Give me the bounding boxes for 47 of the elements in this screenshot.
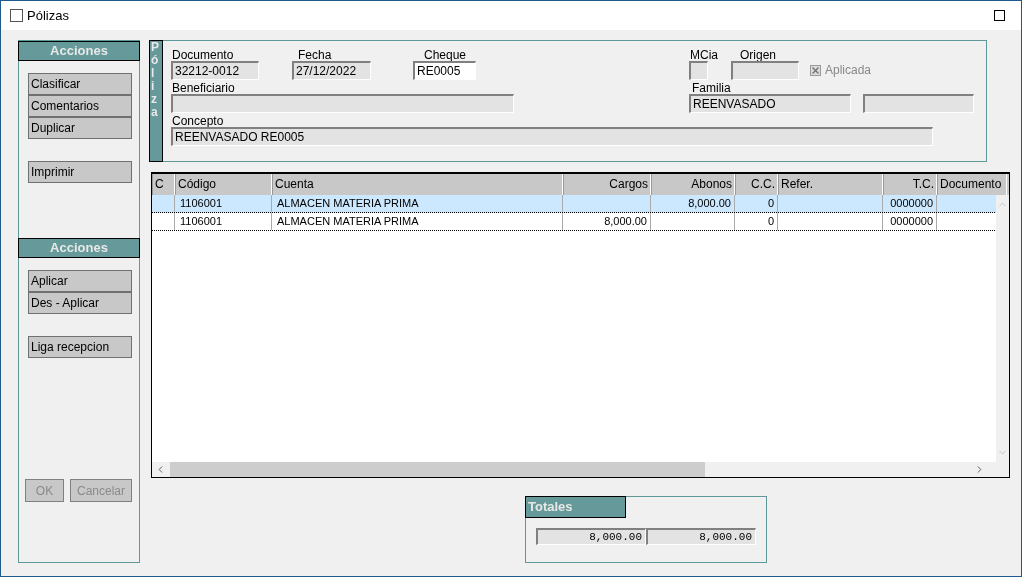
table-cell: ALMACEN MATERIA PRIMA (272, 195, 563, 212)
action-button[interactable]: Clasificar (28, 73, 132, 95)
field-label: Cheque (423, 50, 468, 61)
table-cell: 8,000.00 (563, 213, 651, 230)
action-button[interactable]: Aplicar (28, 270, 132, 292)
input-field[interactable]: RE0005 (413, 61, 476, 80)
input-field[interactable] (863, 94, 974, 113)
total-field: 8,000.00 (536, 528, 646, 545)
input-field[interactable] (731, 61, 799, 80)
checkbox-label: Aplicada (825, 63, 872, 77)
input-field[interactable]: 27/12/2022 (292, 61, 371, 80)
field-label: Documento (171, 50, 235, 61)
table-cell: 0000000 (883, 213, 937, 230)
action-button[interactable]: Liga recepcion (28, 336, 132, 358)
field-label: Origen (739, 50, 778, 61)
table-cell: 1106001 (175, 213, 272, 230)
input-field[interactable] (171, 94, 514, 113)
totals-header: Totales (525, 496, 626, 518)
table-cell: ALMACEN MATERIA PRIMA (272, 213, 563, 230)
input-field[interactable]: 32212-0012 (171, 61, 259, 80)
input-field[interactable]: REENVASADO RE0005 (171, 127, 933, 146)
action-button[interactable]: Des - Aplicar (28, 292, 132, 314)
table-cell: 8,000.00 (651, 195, 735, 212)
field-label: Fecha (297, 50, 333, 61)
table-cell: 0 (735, 213, 778, 230)
table-cell: 0 (735, 195, 778, 212)
table-cell: 0000000 (883, 195, 937, 212)
section-header: Acciones (18, 41, 140, 61)
field-label: Beneficiario (171, 83, 236, 94)
section-header: Acciones (18, 238, 140, 258)
table-row[interactable]: 1106001 ALMACEN MATERIA PRIMA 8,000.00 0 0000000 (152, 213, 996, 231)
window-title: Pólizas (27, 8, 70, 23)
action-button[interactable]: Comentarios (28, 95, 132, 117)
table-cell: 1106001 (175, 195, 272, 212)
poliza-label: Póliza (150, 41, 162, 119)
total-field: 8,000.00 (646, 528, 756, 545)
field-label: MCia (689, 50, 718, 61)
table-row[interactable]: 1106001 ALMACEN MATERIA PRIMA 8,000.00 0 0000000 (152, 195, 996, 213)
field-label: Concepto (171, 116, 225, 127)
action-button[interactable]: Duplicar (28, 117, 132, 139)
input-field[interactable]: REENVASADO (689, 94, 851, 113)
window-icon (10, 9, 23, 22)
input-field[interactable] (689, 61, 708, 80)
maximize-icon[interactable] (994, 10, 1005, 21)
scrollbar-thumb[interactable] (170, 462, 705, 477)
field-label: Familia (691, 83, 732, 94)
action-button[interactable]: Imprimir (28, 161, 132, 183)
